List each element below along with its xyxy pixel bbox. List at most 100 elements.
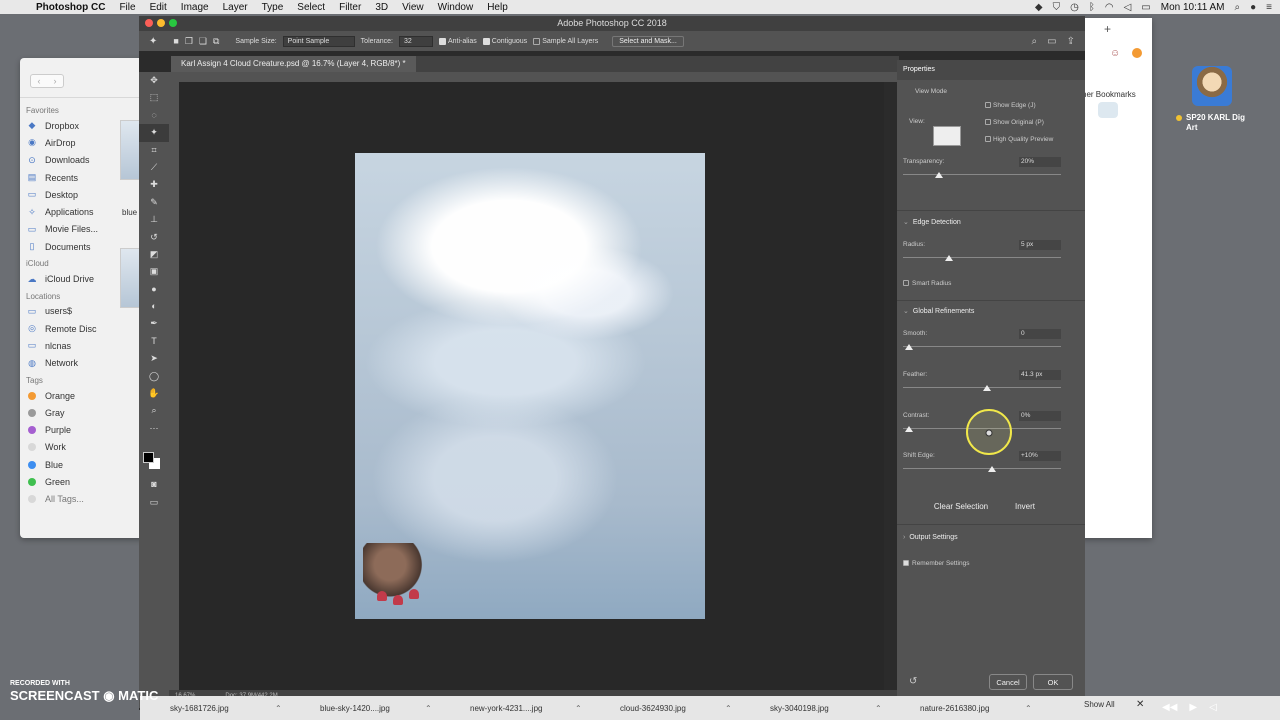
- eyedropper-tool-icon[interactable]: ⟋: [139, 159, 169, 176]
- tolerance-input[interactable]: 32: [398, 35, 433, 47]
- intersect-selection-icon[interactable]: ⧉: [213, 36, 219, 47]
- feather-slider-track[interactable]: [903, 387, 1061, 388]
- tag-all-tags[interactable]: All Tags...: [26, 491, 150, 508]
- volume-icon[interactable]: ◁: [1209, 702, 1217, 713]
- document-tab[interactable]: Karl Assign 4 Cloud Creature.psd @ 16.7%…: [171, 56, 416, 72]
- minimize-icon[interactable]: [157, 19, 165, 27]
- menu-file[interactable]: File: [119, 2, 135, 13]
- dropbox-icon[interactable]: ◆: [1035, 2, 1043, 13]
- eraser-tool-icon[interactable]: ◩: [139, 246, 169, 263]
- download-item[interactable]: sky-1681726.jpg ⌃: [140, 704, 290, 713]
- more-tools-icon[interactable]: ⋯: [139, 420, 169, 437]
- tag-work[interactable]: Work: [26, 439, 150, 456]
- back-icon[interactable]: ‹: [38, 76, 41, 86]
- history-brush-tool-icon[interactable]: ↺: [139, 229, 169, 246]
- show-all-button[interactable]: Show All: [1084, 700, 1115, 709]
- brush-tool-icon[interactable]: ✎: [139, 194, 169, 211]
- screen-mode-icon[interactable]: ▭: [139, 494, 169, 511]
- healing-brush-tool-icon[interactable]: ✚: [139, 176, 169, 193]
- contrast-input[interactable]: 0%: [1019, 411, 1061, 421]
- crop-tool-icon[interactable]: ⌗: [139, 142, 169, 159]
- output-settings-header[interactable]: › Output Settings: [903, 534, 958, 541]
- smooth-input[interactable]: 0: [1019, 329, 1061, 339]
- chevron-up-icon[interactable]: ⌃: [275, 704, 282, 713]
- search-icon[interactable]: ⌕: [1032, 36, 1038, 47]
- add-selection-icon[interactable]: ❐: [185, 36, 193, 47]
- chevron-up-icon[interactable]: ⌃: [875, 704, 882, 713]
- other-bookmarks[interactable]: her Bookmarks: [1082, 90, 1136, 99]
- remember-settings-checkbox[interactable]: [903, 560, 909, 566]
- shape-tool-icon[interactable]: ◯: [139, 368, 169, 385]
- avatar-icon[interactable]: ☺: [1110, 48, 1120, 59]
- download-item[interactable]: blue-sky-1420....jpg ⌃: [290, 704, 440, 713]
- volume-icon[interactable]: ◁: [1124, 2, 1132, 13]
- select-and-mask-button[interactable]: Select and Mask...: [612, 35, 684, 47]
- type-tool-icon[interactable]: T: [139, 333, 169, 350]
- path-selection-tool-icon[interactable]: ➤: [139, 350, 169, 367]
- menu-image[interactable]: Image: [181, 2, 209, 13]
- dodge-tool-icon[interactable]: ◐: [139, 298, 169, 315]
- workspace-icon[interactable]: ▭: [1047, 36, 1056, 47]
- shift-edge-slider-thumb[interactable]: [988, 466, 996, 472]
- close-icon[interactable]: ✕: [1136, 699, 1144, 710]
- marquee-tool-icon[interactable]: ⬚: [139, 89, 169, 106]
- subtract-selection-icon[interactable]: ❏: [199, 36, 207, 47]
- lasso-tool-icon[interactable]: ◌: [139, 107, 169, 124]
- pen-tool-icon[interactable]: ✒: [139, 315, 169, 332]
- contiguous-checkbox[interactable]: Contiguous: [482, 37, 527, 45]
- edge-detection-header[interactable]: ⌄ Edge Detection: [903, 218, 961, 226]
- chevron-up-icon[interactable]: ⌃: [425, 704, 432, 713]
- document-canvas[interactable]: [355, 153, 705, 619]
- new-tab-icon[interactable]: +: [1104, 22, 1111, 36]
- menu-view[interactable]: View: [402, 2, 424, 13]
- shield-icon[interactable]: ⛉: [1053, 2, 1061, 13]
- sample-size-select[interactable]: Point Sample: [282, 35, 355, 47]
- notification-center-icon[interactable]: ≡: [1266, 2, 1272, 13]
- sidebar-item-network[interactable]: ◍ Network: [26, 355, 150, 372]
- file-label[interactable]: blue: [122, 208, 137, 217]
- menu-filter[interactable]: Filter: [339, 2, 361, 13]
- view-mode-selector[interactable]: [933, 126, 961, 146]
- download-item[interactable]: new-york-4231....jpg ⌃: [440, 704, 590, 713]
- battery-icon[interactable]: ▭: [1141, 2, 1150, 13]
- invert-button[interactable]: Invert: [1009, 500, 1041, 514]
- chevron-up-icon[interactable]: ⌃: [1025, 704, 1032, 713]
- close-icon[interactable]: [145, 19, 153, 27]
- tag-blue[interactable]: Blue: [26, 456, 150, 473]
- sidebar-item-remote-disc[interactable]: ◎ Remote Disc: [26, 320, 150, 337]
- finder-nav-buttons[interactable]: ‹ ›: [30, 74, 64, 88]
- app-menu[interactable]: Photoshop CC: [36, 2, 105, 13]
- contrast-slider-thumb[interactable]: [905, 426, 913, 432]
- clear-selection-button[interactable]: Clear Selection: [927, 500, 995, 514]
- anti-alias-checkbox[interactable]: Anti-alias: [438, 37, 477, 45]
- menu-select[interactable]: Select: [297, 2, 325, 13]
- tag-purple[interactable]: Purple: [26, 421, 150, 438]
- smooth-slider-track[interactable]: [903, 346, 1061, 347]
- transparency-slider-track[interactable]: [903, 174, 1061, 175]
- radius-input[interactable]: 5 px: [1019, 240, 1061, 250]
- play-icon[interactable]: ▶: [1189, 702, 1197, 713]
- spotlight-icon[interactable]: ⌕: [1235, 2, 1241, 13]
- wifi-icon[interactable]: ◠: [1105, 2, 1114, 13]
- tag-green[interactable]: Green: [26, 473, 150, 490]
- clock[interactable]: Mon 10:11 AM: [1161, 2, 1225, 13]
- radius-slider-thumb[interactable]: [945, 255, 953, 261]
- menu-edit[interactable]: Edit: [150, 2, 167, 13]
- menu-window[interactable]: Window: [438, 2, 474, 13]
- move-tool-icon[interactable]: ✥: [139, 72, 169, 89]
- user-avatar-icon[interactable]: [1192, 66, 1232, 106]
- bluetooth-icon[interactable]: ᛒ: [1089, 2, 1095, 13]
- menu-3d[interactable]: 3D: [375, 2, 388, 13]
- show-edge-checkbox[interactable]: [985, 102, 991, 108]
- clone-stamp-tool-icon[interactable]: ⊥: [139, 211, 169, 228]
- cancel-button[interactable]: Cancel: [989, 674, 1027, 690]
- smart-radius-checkbox[interactable]: [903, 280, 909, 286]
- magic-wand-tool-icon[interactable]: ✦: [139, 124, 169, 142]
- sidebar-item-movie-files[interactable]: ▭ Movie Files...: [26, 221, 150, 238]
- download-item[interactable]: sky-3040198.jpg ⌃: [740, 704, 890, 713]
- gradient-tool-icon[interactable]: ▣: [139, 263, 169, 280]
- tag-gray[interactable]: Gray: [26, 404, 150, 421]
- zoom-icon[interactable]: [169, 19, 177, 27]
- download-item[interactable]: cloud-3624930.jpg ⌃: [590, 704, 740, 713]
- transparency-input[interactable]: 20%: [1019, 157, 1061, 167]
